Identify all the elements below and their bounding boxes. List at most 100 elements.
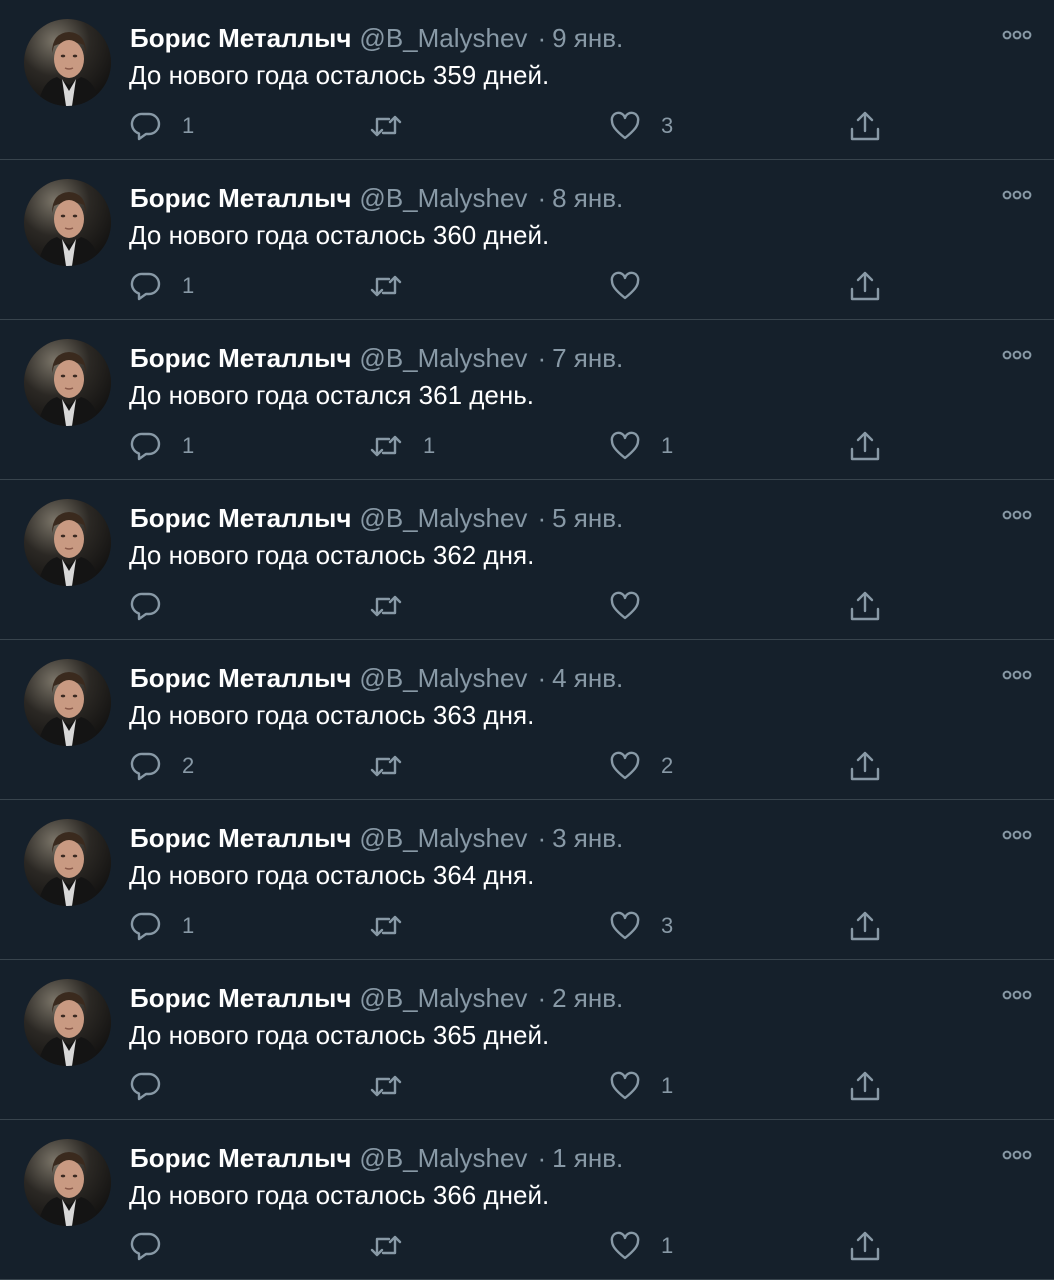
author-handle[interactable]: @B_Malyshev bbox=[359, 823, 527, 853]
more-dots-icon[interactable] bbox=[1002, 188, 1032, 202]
tweet-actions bbox=[0, 588, 1054, 624]
avatar[interactable] bbox=[24, 659, 111, 746]
like-button[interactable] bbox=[609, 588, 661, 624]
author-name[interactable]: Борис Металлыч bbox=[130, 983, 351, 1013]
like-button[interactable]: 3 bbox=[609, 908, 673, 944]
avatar[interactable] bbox=[24, 19, 111, 106]
like-button[interactable] bbox=[609, 268, 661, 304]
tweet[interactable]: Борис Металлыч @B_Malyshev · 9 янв. До ново… bbox=[0, 0, 1054, 160]
avatar[interactable] bbox=[24, 179, 111, 266]
share-button[interactable] bbox=[848, 108, 882, 144]
reply-button[interactable]: 1 bbox=[130, 108, 194, 144]
avatar[interactable] bbox=[24, 819, 111, 906]
author-handle[interactable]: @B_Malyshev bbox=[359, 343, 527, 373]
author-handle[interactable]: @B_Malyshev bbox=[359, 503, 527, 533]
author-name[interactable]: Борис Металлыч bbox=[130, 823, 351, 853]
retweet-button[interactable] bbox=[369, 1228, 423, 1264]
tweet-date[interactable]: 4 янв. bbox=[552, 663, 623, 693]
more-dots-icon[interactable] bbox=[1002, 1148, 1032, 1162]
avatar[interactable] bbox=[24, 1139, 111, 1226]
like-button[interactable]: 1 bbox=[609, 1068, 673, 1104]
avatar[interactable] bbox=[24, 499, 111, 586]
author-handle[interactable]: @B_Malyshev bbox=[359, 663, 527, 693]
more-dots-icon[interactable] bbox=[1002, 508, 1032, 522]
share-button[interactable] bbox=[848, 428, 882, 464]
more-dots-icon[interactable] bbox=[1002, 828, 1032, 842]
retweet-button[interactable]: 1 bbox=[369, 428, 435, 464]
reply-icon bbox=[130, 592, 161, 621]
share-icon bbox=[850, 1231, 880, 1261]
more-dots-icon[interactable] bbox=[1002, 28, 1032, 42]
separator: · bbox=[537, 183, 547, 213]
tweet-header: Борис Металлыч @B_Malyshev · 2 янв. bbox=[130, 982, 623, 1014]
author-name[interactable]: Борис Металлыч bbox=[130, 503, 351, 533]
retweet-button[interactable] bbox=[369, 908, 423, 944]
retweet-button[interactable] bbox=[369, 268, 423, 304]
separator: · bbox=[537, 1143, 547, 1173]
tweet[interactable]: Борис Металлыч @B_Malyshev · 3 янв. До ново… bbox=[0, 800, 1054, 960]
reply-button[interactable] bbox=[130, 588, 182, 624]
tweet-actions: 1 1 1 bbox=[0, 428, 1054, 464]
share-icon bbox=[850, 591, 880, 621]
retweet-button[interactable] bbox=[369, 1068, 423, 1104]
like-count: 3 bbox=[661, 113, 674, 138]
like-button[interactable]: 3 bbox=[609, 108, 673, 144]
avatar[interactable] bbox=[24, 979, 111, 1066]
tweet[interactable]: Борис Металлыч @B_Malyshev · 8 янв. До ново… bbox=[0, 160, 1054, 320]
share-button[interactable] bbox=[848, 908, 882, 944]
author-handle[interactable]: @B_Malyshev bbox=[359, 23, 527, 53]
tweet-header: Борис Металлыч @B_Malyshev · 7 янв. bbox=[130, 342, 623, 374]
tweet-date[interactable]: 3 янв. bbox=[552, 823, 623, 853]
separator: · bbox=[537, 503, 547, 533]
reply-button[interactable]: 1 bbox=[130, 908, 194, 944]
retweet-button[interactable] bbox=[369, 588, 423, 624]
author-name[interactable]: Борис Металлыч bbox=[130, 663, 351, 693]
share-icon bbox=[850, 911, 880, 941]
reply-icon bbox=[130, 432, 161, 461]
reply-button[interactable]: 2 bbox=[130, 748, 194, 784]
author-name[interactable]: Борис Металлыч bbox=[130, 343, 351, 373]
heart-icon bbox=[610, 111, 640, 140]
reply-button[interactable] bbox=[130, 1068, 182, 1104]
reply-count: 1 bbox=[182, 113, 195, 138]
tweet-date[interactable]: 9 янв. bbox=[552, 23, 623, 53]
tweet-date[interactable]: 5 янв. bbox=[552, 503, 623, 533]
reply-button[interactable] bbox=[130, 1228, 182, 1264]
tweet[interactable]: Борис Металлыч @B_Malyshev · 7 янв. До ново… bbox=[0, 320, 1054, 480]
like-button[interactable]: 1 bbox=[609, 428, 673, 464]
share-button[interactable] bbox=[848, 268, 882, 304]
reply-button[interactable]: 1 bbox=[130, 428, 194, 464]
more-dots-icon[interactable] bbox=[1002, 348, 1032, 362]
tweet-header: Борис Металлыч @B_Malyshev · 1 янв. bbox=[130, 1142, 623, 1174]
share-button[interactable] bbox=[848, 748, 882, 784]
tweet[interactable]: Борис Металлыч @B_Malyshev · 5 янв. До ново… bbox=[0, 480, 1054, 640]
retweet-button[interactable] bbox=[369, 748, 423, 784]
heart-icon bbox=[610, 1231, 640, 1260]
more-dots-icon[interactable] bbox=[1002, 988, 1032, 1002]
author-handle[interactable]: @B_Malyshev bbox=[359, 1143, 527, 1173]
author-handle[interactable]: @B_Malyshev bbox=[359, 183, 527, 213]
tweet[interactable]: Борис Металлыч @B_Malyshev · 4 янв. До ново… bbox=[0, 640, 1054, 800]
share-button[interactable] bbox=[848, 588, 882, 624]
retweet-icon bbox=[370, 275, 402, 297]
tweet-text: До нового года осталось 363 дня. bbox=[129, 700, 535, 730]
author-handle[interactable]: @B_Malyshev bbox=[359, 983, 527, 1013]
retweet-button[interactable] bbox=[369, 108, 423, 144]
tweet-date[interactable]: 1 янв. bbox=[552, 1143, 623, 1173]
avatar[interactable] bbox=[24, 339, 111, 426]
share-button[interactable] bbox=[848, 1068, 882, 1104]
more-dots-icon[interactable] bbox=[1002, 668, 1032, 682]
reply-button[interactable]: 1 bbox=[130, 268, 194, 304]
tweet-date[interactable]: 8 янв. bbox=[552, 183, 623, 213]
tweet-date[interactable]: 7 янв. bbox=[552, 343, 623, 373]
author-name[interactable]: Борис Металлыч bbox=[130, 1143, 351, 1173]
author-name[interactable]: Борис Металлыч bbox=[130, 183, 351, 213]
share-button[interactable] bbox=[848, 1228, 882, 1264]
like-button[interactable]: 2 bbox=[609, 748, 673, 784]
like-button[interactable]: 1 bbox=[609, 1228, 673, 1264]
author-name[interactable]: Борис Металлыч bbox=[130, 23, 351, 53]
tweet[interactable]: Борис Металлыч @B_Malyshev · 2 янв. До ново… bbox=[0, 960, 1054, 1120]
reply-icon bbox=[130, 1072, 161, 1101]
tweet[interactable]: Борис Металлыч @B_Malyshev · 1 янв. До ново… bbox=[0, 1120, 1054, 1280]
tweet-date[interactable]: 2 янв. bbox=[552, 983, 623, 1013]
